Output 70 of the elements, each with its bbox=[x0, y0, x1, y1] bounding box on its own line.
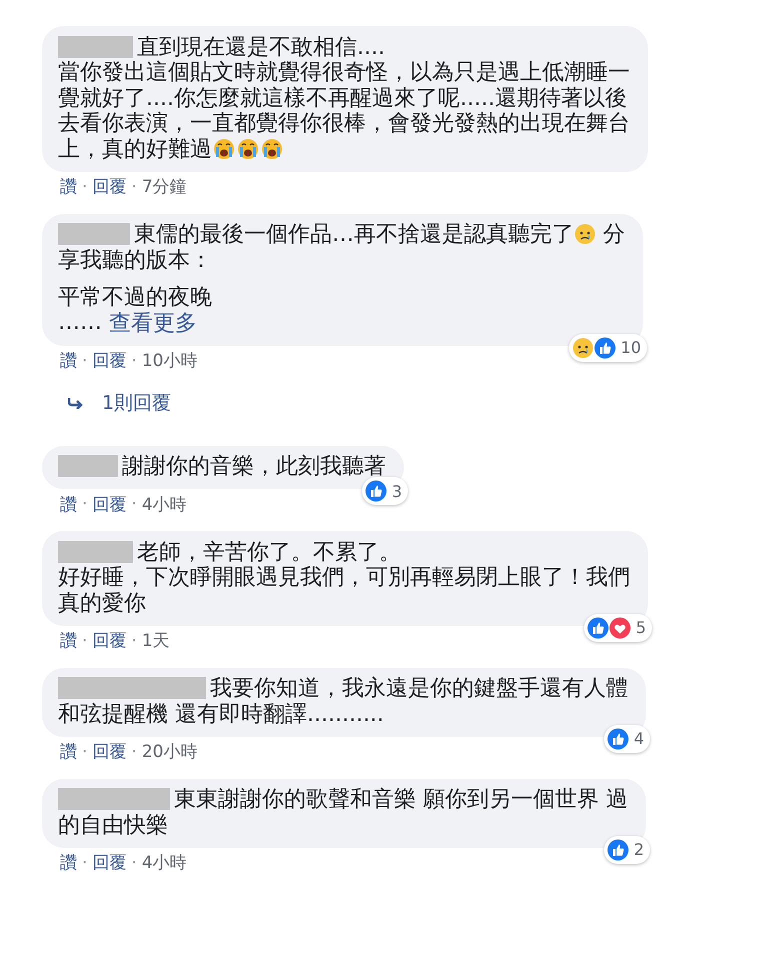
like-link[interactable]: 讚 bbox=[60, 629, 77, 652]
reaction-count: 4 bbox=[634, 729, 644, 748]
comment-text: 去看你表演，一直都覺得你很棒，會發光發熱的出現在舞台 bbox=[58, 110, 630, 138]
reaction-badge[interactable]: 10 bbox=[568, 334, 647, 362]
like-link[interactable]: 讚 bbox=[60, 851, 77, 874]
separator-dot: · bbox=[131, 852, 137, 872]
separator-dot: · bbox=[82, 494, 88, 514]
reaction-count: 2 bbox=[634, 840, 644, 859]
separator-dot: · bbox=[82, 350, 88, 370]
reaction-badge[interactable]: 3 bbox=[362, 477, 408, 505]
sad-face-icon bbox=[572, 336, 594, 358]
separator-dot: · bbox=[131, 630, 137, 650]
comment-time: 20小時 bbox=[142, 741, 198, 763]
separator-dot: · bbox=[131, 176, 137, 196]
separator-dot: · bbox=[131, 742, 137, 762]
comment-text: 東儒的最後一個作品…再不捨還是認真聽完了 bbox=[134, 221, 574, 248]
crying-face-icon bbox=[213, 138, 235, 160]
thumbs-up-icon bbox=[594, 336, 616, 358]
comment-time: 10小時 bbox=[142, 350, 198, 372]
comment-text: 東東謝謝你的歌聲和音樂 願你到另一個世界 過 bbox=[174, 786, 628, 814]
redacted-name bbox=[58, 223, 130, 246]
comment-time: 4小時 bbox=[142, 494, 187, 516]
comment-text: 真的愛你 bbox=[58, 590, 146, 618]
redacted-name bbox=[58, 455, 118, 478]
thumbs-up-icon bbox=[364, 480, 387, 502]
reply-link[interactable]: 回覆 bbox=[92, 851, 126, 874]
reply-arrow-icon bbox=[68, 396, 84, 408]
comment-text: …… bbox=[58, 310, 103, 336]
comment-text: 和弦提醒機 還有即時翻譯........... bbox=[58, 700, 384, 729]
separator-dot: · bbox=[82, 742, 88, 762]
comment-text: 上，真的好難過 bbox=[58, 136, 212, 164]
comment-text: 老師，辛苦你了。不累了。 bbox=[137, 538, 401, 566]
reaction-count: 3 bbox=[392, 482, 402, 500]
separator-dot: · bbox=[82, 852, 88, 872]
like-link[interactable]: 讚 bbox=[60, 492, 77, 516]
separator-dot: · bbox=[82, 176, 88, 196]
reaction-badge[interactable]: 5 bbox=[584, 614, 652, 642]
comment-text: 覺就好了....你怎麼就這樣不再醒過來了呢.....還期待著以後 bbox=[58, 84, 627, 112]
comment-text: 直到現在還是不敢相信.... bbox=[137, 34, 385, 60]
reply-link[interactable]: 回覆 bbox=[92, 349, 126, 372]
comment-text: 享我聽的版本： bbox=[58, 246, 212, 275]
comment-text: 好好睡，下次睜開眼遇見我們，可別再輕易閉上眼了！我們 bbox=[58, 564, 630, 592]
reaction-count: 10 bbox=[620, 338, 641, 357]
thumbs-up-icon bbox=[606, 728, 629, 750]
sad-face-icon bbox=[574, 223, 596, 246]
comment-text: 我要你知道，我永遠是你的鍵盤手還有人體 bbox=[210, 675, 628, 702]
comment-time: 4小時 bbox=[142, 852, 187, 874]
separator-dot: · bbox=[82, 630, 88, 650]
like-link[interactable]: 讚 bbox=[60, 740, 77, 763]
comment-text: 當你發出這個貼文時就覺得很奇怪，以為只是遇上低潮睡一 bbox=[58, 59, 630, 86]
thumbs-up-icon bbox=[586, 616, 609, 638]
reply-link[interactable]: 回覆 bbox=[92, 175, 126, 198]
like-link[interactable]: 讚 bbox=[60, 175, 77, 198]
comment-time: 1天 bbox=[142, 630, 170, 652]
comment-text: 分 bbox=[602, 221, 625, 250]
crying-face-icon bbox=[261, 138, 283, 160]
separator-dot: · bbox=[131, 494, 137, 514]
reply-link[interactable]: 回覆 bbox=[92, 492, 126, 516]
comment-text: 的自由快樂 bbox=[58, 812, 168, 840]
like-link[interactable]: 讚 bbox=[60, 349, 77, 372]
reaction-count: 5 bbox=[636, 618, 646, 637]
reply-link[interactable]: 回覆 bbox=[92, 740, 126, 763]
reaction-badge[interactable]: 2 bbox=[604, 836, 650, 864]
crying-face-icon bbox=[237, 138, 259, 160]
comment-time: 7分鐘 bbox=[142, 176, 187, 198]
view-replies-link[interactable]: 1則回覆 bbox=[102, 390, 172, 416]
separator-dot: · bbox=[131, 350, 137, 370]
thumbs-up-icon bbox=[606, 838, 629, 860]
reply-link[interactable]: 回覆 bbox=[92, 629, 126, 652]
reaction-badge[interactable]: 4 bbox=[604, 724, 650, 752]
